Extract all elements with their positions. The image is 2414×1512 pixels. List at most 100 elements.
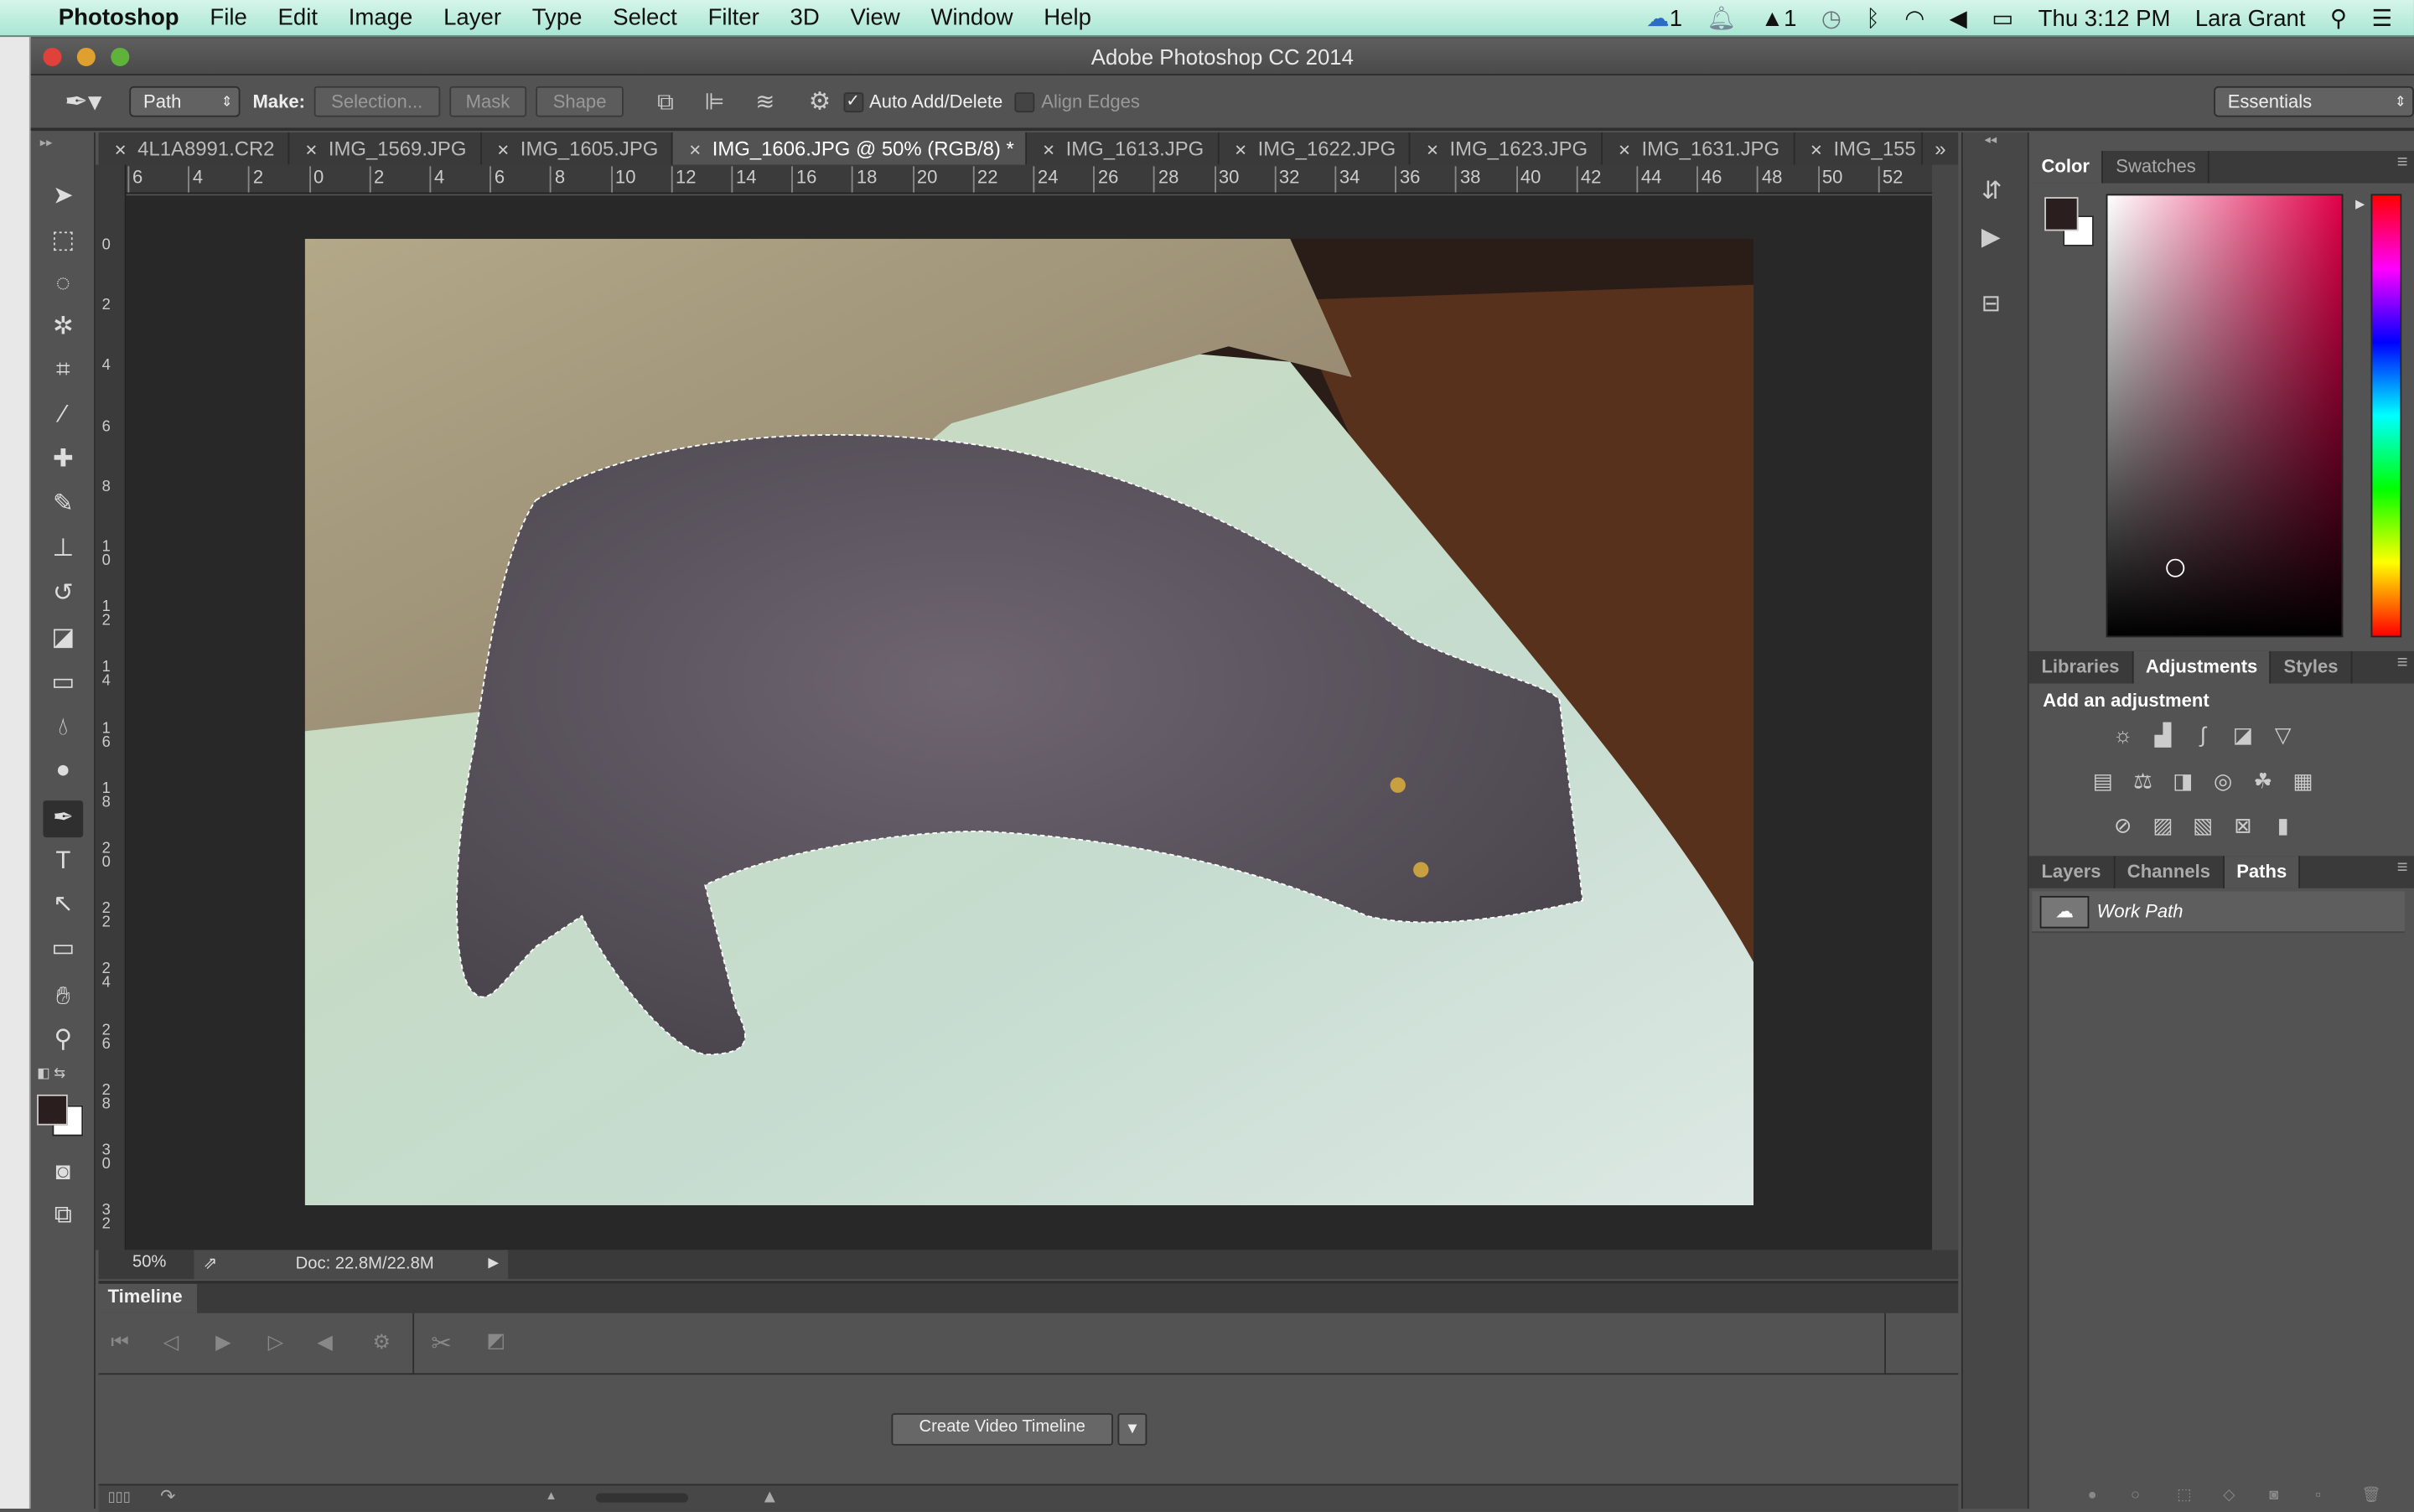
spotlight-search-icon[interactable]: ⚲ [2330, 5, 2347, 32]
panel-menu-icon[interactable]: ≡ [2397, 651, 2414, 684]
menu-type[interactable]: Type [532, 5, 583, 31]
notification-center-icon[interactable]: ☰ [2372, 5, 2393, 32]
stroke-path-icon[interactable]: ○ [2131, 1487, 2140, 1504]
menu-help[interactable]: Help [1044, 5, 1091, 31]
transition-icon[interactable]: ◩ [486, 1328, 505, 1353]
tab-img-1569[interactable]: ✕ IMG_1569.JPG [289, 132, 482, 165]
align-edges-checkbox[interactable]: Align Edges [1015, 91, 1140, 112]
menu-layer[interactable]: Layer [443, 5, 501, 31]
doc-info[interactable]: ⇗ Doc: 22.8M/22.8M ▶ [194, 1250, 509, 1280]
timeline-mode-dropdown-icon[interactable]: ▼ [1117, 1413, 1147, 1446]
screen-mode-icon[interactable]: ⧉ [43, 1198, 83, 1235]
brush-tool-icon[interactable]: ✎ [43, 486, 83, 523]
selective-color-icon[interactable]: ⊠ [2230, 813, 2257, 837]
color-balance-icon[interactable]: ⚖ [2129, 769, 2157, 793]
tab-img-1606[interactable]: ✕ IMG_1606.JPG @ 50% (RGB/8) * [673, 132, 1027, 165]
previous-frame-icon[interactable]: ◁ [163, 1330, 179, 1354]
expand-toolbox-icon[interactable]: ▸▸ [40, 136, 53, 150]
tab-swatches[interactable]: Swatches [2104, 150, 2210, 184]
history-brush-tool-icon[interactable]: ↺ [43, 576, 83, 613]
menu-file[interactable]: File [210, 5, 246, 31]
clock[interactable]: Thu 3:12 PM [2038, 5, 2171, 31]
playback-settings-icon[interactable]: ⚙ [372, 1330, 390, 1354]
close-tab-icon[interactable]: ✕ [1426, 143, 1438, 160]
pen-tool-icon[interactable]: ✒ [43, 800, 84, 838]
close-tab-icon[interactable]: ✕ [688, 143, 701, 160]
add-mask-icon[interactable]: ◙ [2269, 1487, 2278, 1504]
move-tool-icon[interactable]: ➤ [43, 179, 83, 215]
channel-mixer-icon[interactable]: ☘ [2249, 769, 2277, 793]
tab-styles[interactable]: Styles [2272, 650, 2353, 684]
rectangle-tool-icon[interactable]: ▭ [43, 931, 83, 968]
black-white-icon[interactable]: ◨ [2169, 769, 2197, 793]
minimize-window-button[interactable] [76, 47, 96, 66]
tab-img-1631[interactable]: ✕ IMG_1631.JPG [1603, 132, 1795, 165]
tab-libraries[interactable]: Libraries [2029, 650, 2134, 684]
play-icon[interactable]: ▶ [215, 1330, 231, 1354]
foreground-color-swatch[interactable] [37, 1094, 68, 1126]
path-selection-tool-icon[interactable]: ↖ [43, 887, 83, 924]
menu-filter[interactable]: Filter [708, 5, 759, 31]
threshold-icon[interactable]: ▧ [2189, 813, 2217, 837]
vertical-scrollbar[interactable] [1932, 164, 1959, 1251]
close-tab-icon[interactable]: ✕ [305, 143, 318, 160]
vibrance-icon[interactable]: ▽ [2269, 722, 2297, 746]
menu-3d[interactable]: 3D [790, 5, 820, 31]
tab-channels[interactable]: Channels [2115, 856, 2225, 888]
clone-stamp-tool-icon[interactable]: ⊥ [43, 531, 83, 568]
fill-path-icon[interactable]: ● [2088, 1487, 2097, 1504]
lasso-tool-icon[interactable]: ◌ [43, 267, 83, 303]
bluetooth-icon[interactable]: ᛒ [1866, 5, 1880, 31]
hand-tool-icon[interactable]: ✋︎ [43, 979, 83, 1016]
path-arrangement-icon[interactable]: ≋ [755, 88, 774, 116]
tab-adjustments[interactable]: Adjustments [2133, 650, 2272, 684]
make-mask-button[interactable]: Mask [448, 85, 527, 117]
tab-img-1613[interactable]: ✕ IMG_1613.JPG [1027, 132, 1219, 165]
color-lookup-icon[interactable]: ▦ [2289, 769, 2317, 793]
magic-wand-tool-icon[interactable]: ✲ [43, 309, 83, 346]
first-frame-icon[interactable]: ⏮ [111, 1330, 128, 1354]
default-colors-icon[interactable]: ◧ ⇆ [37, 1065, 65, 1082]
panel-menu-icon[interactable]: ≡ [2397, 856, 2414, 888]
creative-cloud-icon[interactable]: ☁1 [1646, 5, 1682, 32]
tab-img-155[interactable]: ✕ IMG_155 [1795, 132, 1923, 165]
document-image[interactable] [304, 238, 1754, 1206]
panel-menu-icon[interactable]: ≡ [2397, 151, 2414, 184]
path-mode-select[interactable]: Path ⇕ [129, 85, 241, 117]
share-icon[interactable]: ⇗ [203, 1253, 217, 1273]
quick-mask-icon[interactable]: ◙ [43, 1155, 83, 1192]
zoom-out-mountain-icon[interactable]: ▲ [545, 1489, 557, 1503]
split-scissors-icon[interactable]: ✂ [431, 1328, 452, 1359]
tab-timeline[interactable]: Timeline [98, 1283, 198, 1313]
gradient-map-icon[interactable]: ▮ [2269, 813, 2297, 837]
status-menu-arrow-icon[interactable]: ▶ [488, 1255, 499, 1271]
pen-tool-preset-icon[interactable]: ✒▾ [65, 85, 101, 118]
eraser-tool-icon[interactable]: ◪ [43, 620, 83, 657]
workspace-select[interactable]: Essentials ⇕ [2214, 85, 2414, 117]
user-name[interactable]: Lara Grant [2195, 5, 2306, 31]
curves-icon[interactable]: ∫ [2189, 722, 2217, 746]
auto-add-delete-checkbox[interactable]: ✓ Auto Add/Delete [842, 91, 1002, 112]
menu-view[interactable]: View [851, 5, 900, 31]
path-alignment-icon[interactable]: ⊫ [704, 88, 724, 116]
zoom-tool-icon[interactable]: ⚲ [43, 1023, 83, 1059]
make-shape-button[interactable]: Shape [536, 85, 624, 117]
audio-icon[interactable]: ◀ [317, 1330, 332, 1354]
tab-paths[interactable]: Paths [2224, 856, 2301, 888]
tab-img-1622[interactable]: ✕ IMG_1622.JPG [1219, 132, 1411, 165]
menu-select[interactable]: Select [613, 5, 677, 31]
time-machine-icon[interactable]: ◷ [1821, 5, 1842, 32]
dodge-tool-icon[interactable]: ● [43, 753, 83, 790]
tab-img-1623[interactable]: ✕ IMG_1623.JPG [1411, 132, 1603, 165]
menu-image[interactable]: Image [349, 5, 413, 31]
gradient-tool-icon[interactable]: ▭ [43, 665, 83, 702]
more-tabs-icon[interactable]: » [1923, 132, 1959, 165]
make-work-path-icon[interactable]: ◇ [2223, 1487, 2235, 1504]
create-video-timeline-button[interactable]: Create Video Timeline [891, 1413, 1113, 1446]
gear-icon[interactable]: ⚙ [809, 86, 831, 117]
menu-edit[interactable]: Edit [278, 5, 318, 31]
close-tab-icon[interactable]: ✕ [1810, 143, 1822, 160]
wifi-icon[interactable]: ◠ [1904, 5, 1924, 32]
battery-icon[interactable]: ▭ [1992, 5, 2013, 32]
menu-app[interactable]: Photoshop [59, 5, 179, 31]
